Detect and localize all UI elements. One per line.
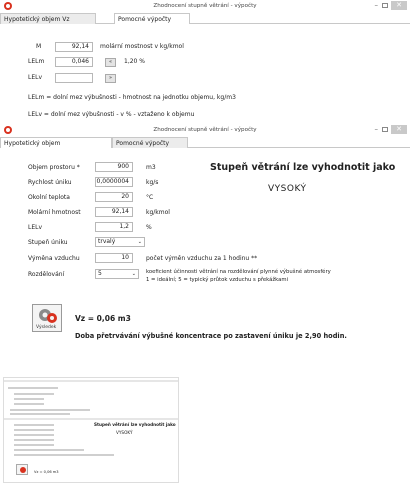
- convert-to-mass-button[interactable]: »: [105, 74, 116, 83]
- thumb-line: [14, 434, 54, 436]
- hmotnost-input[interactable]: 92,14: [95, 207, 133, 217]
- lelv-label: LELv: [28, 224, 43, 231]
- thumb-titlebar: [4, 418, 178, 420]
- result-value: VYSOKÝ: [268, 184, 307, 194]
- lelv-input[interactable]: 1,2: [95, 222, 133, 232]
- stupen-select[interactable]: trvalý ⌄: [95, 237, 145, 247]
- tab-hypoteticky-objem[interactable]: Hypotetický objem Vz: [0, 13, 96, 24]
- vymena-input[interactable]: 10: [95, 253, 133, 263]
- chevron-down-icon: ⌄: [137, 239, 142, 245]
- thumb-heading: Stupeň větrání lze vyhodnotit jako: [94, 422, 176, 427]
- m-label: M: [36, 43, 42, 50]
- thumb-line: [8, 387, 58, 389]
- rychlost-input[interactable]: 0,0000004: [95, 177, 133, 187]
- thumb-line: [14, 449, 84, 451]
- vymena-unit: počet výměn vzduchu za 1 hodinu **: [146, 255, 258, 262]
- duration-result: Doba přetrvávání výbušné koncentrace po …: [75, 332, 347, 340]
- vz-result: Vz = 0,06 m3: [75, 314, 131, 323]
- window-title: Zhodnocení stupně větrání - výpočty: [153, 3, 257, 9]
- chevron-down-icon: ⌄: [131, 271, 136, 277]
- stupen-label: Stupeň úniku: [28, 239, 68, 246]
- note-lelm: LELm = dolní mez výbušnosti - hmotnost n…: [28, 94, 236, 101]
- objem-unit: m3: [146, 164, 156, 171]
- m-description: molární mostnost v kg/kmol: [100, 43, 184, 50]
- title-bar: Zhodnocení stupně větrání - výpočty – ✕: [0, 124, 410, 137]
- thumb-line: [14, 393, 54, 395]
- window-hypoteticky-objem: Zhodnocení stupně větrání - výpočty – ✕ …: [0, 124, 410, 374]
- lelm-label: LELm: [28, 58, 45, 65]
- vymena-label: Výměna vzduchu: [28, 255, 80, 262]
- thumb-line: [14, 439, 54, 441]
- thumb-line: [14, 398, 44, 400]
- thumb-titlebar: [4, 380, 178, 382]
- thumb-calc-button: [16, 464, 28, 475]
- maximize-button[interactable]: [382, 127, 388, 132]
- rychlost-unit: kg/s: [146, 179, 159, 186]
- calculate-label: Výsledek: [36, 325, 57, 330]
- stupen-value: trvalý: [98, 238, 116, 245]
- tab-strip: Hypotetický objem Vz Pomocné výpočty: [0, 13, 410, 24]
- minimize-button[interactable]: –: [375, 125, 379, 133]
- title-bar: Zhodnocení stupně větrání - výpočty – ✕: [0, 0, 410, 13]
- note-lelv: LELv = dolní mez výbušnosti - v % - vzta…: [28, 111, 195, 118]
- thumb-vz: Vz = 0,06 m3: [34, 470, 59, 474]
- tab-pomocne-vypocty[interactable]: Pomocné výpočty: [114, 13, 190, 24]
- lelv-label: LELv: [28, 74, 43, 81]
- thumb-gear-icon: [20, 467, 26, 473]
- thumb-line: [10, 409, 90, 411]
- rozdelovani-select[interactable]: 5 ⌄: [95, 269, 139, 279]
- window-pomocne: Zhodnocení stupně větrání - výpočty – ✕ …: [0, 0, 410, 123]
- rozdelovani-value: 5: [98, 270, 102, 277]
- thumb-line: [14, 424, 54, 426]
- thumb-line: [10, 413, 70, 415]
- m-input[interactable]: 92,14: [55, 42, 93, 52]
- objem-input[interactable]: 900: [95, 162, 133, 172]
- lelv-unit: %: [146, 224, 152, 231]
- hmotnost-unit: kg/kmol: [146, 209, 170, 216]
- lelv-input[interactable]: [55, 73, 93, 83]
- rozdelovani-note1: koeficient účinnosti větrání na rozdělov…: [146, 269, 331, 275]
- close-button[interactable]: ✕: [391, 125, 407, 134]
- thumb-line: [14, 403, 44, 405]
- hmotnost-label: Molární hmotnost: [28, 209, 81, 216]
- lelm-result: 1,20 %: [124, 58, 145, 65]
- thumb-value: VYSOKÝ: [116, 430, 133, 435]
- tab-strip: Hypotetický objem Pomocné výpočty: [0, 137, 410, 148]
- teplota-input[interactable]: 20: [95, 192, 133, 202]
- convert-to-percent-button[interactable]: «: [105, 58, 116, 67]
- rozdelovani-label: Rozdělování: [28, 271, 65, 278]
- gears-icon: [39, 309, 57, 323]
- maximize-button[interactable]: [382, 3, 388, 8]
- rychlost-label: Rychlost úniku: [28, 179, 72, 186]
- window-title: Zhodnocení stupně větrání - výpočty: [153, 127, 257, 133]
- result-heading: Stupeň větrání lze vyhodnotit jako: [210, 162, 396, 173]
- thumb-line: [14, 444, 54, 446]
- tab-hypoteticky-objem[interactable]: Hypotetický objem: [0, 137, 112, 148]
- preview-thumbnail: Stupeň větrání lze vyhodnotit jako VYSOK…: [3, 377, 179, 483]
- lelm-input[interactable]: 0,046: [55, 57, 93, 67]
- minimize-button[interactable]: –: [375, 1, 379, 9]
- objem-label: Objem prostoru *: [28, 164, 80, 171]
- tab-pomocne-vypocty[interactable]: Pomocné výpočty: [112, 137, 188, 148]
- rozdelovani-note2: 1 = ideální; 5 = typický průtok vzduchu …: [146, 277, 289, 283]
- thumb-line: [14, 454, 114, 456]
- calculate-button[interactable]: Výsledek: [32, 304, 62, 332]
- teplota-unit: °C: [146, 194, 154, 201]
- thumb-line: [14, 429, 54, 431]
- teplota-label: Okolní teplota: [28, 194, 70, 201]
- close-button[interactable]: ✕: [391, 1, 407, 10]
